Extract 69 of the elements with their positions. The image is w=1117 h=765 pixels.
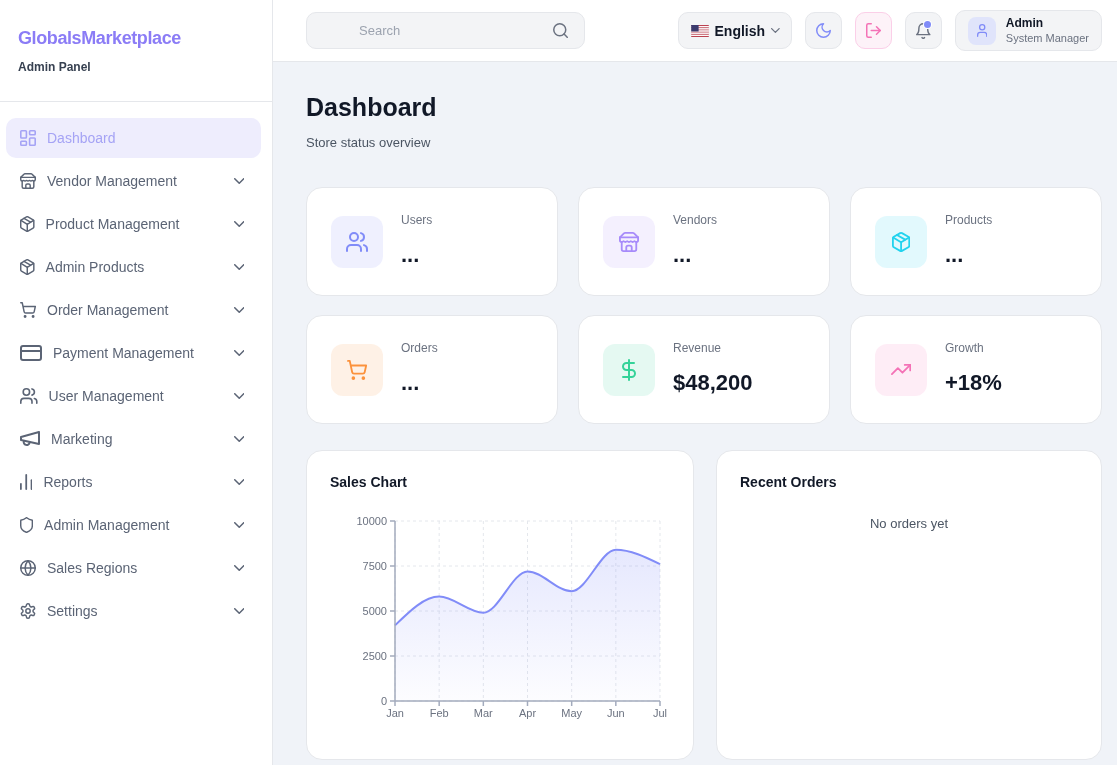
logout-icon xyxy=(865,23,881,38)
theme-toggle-button[interactable] xyxy=(804,12,842,49)
y-axis-label: 5000 xyxy=(362,605,387,617)
stat-value: ... xyxy=(401,369,420,396)
brand-subtitle: Admin Panel xyxy=(18,59,91,75)
moon-icon xyxy=(815,23,831,38)
store-icon xyxy=(20,173,36,189)
search-field[interactable]: Search xyxy=(306,12,585,49)
box-icon xyxy=(20,216,35,232)
y-axis-label: 2500 xyxy=(362,650,387,662)
card-title: Sales Chart xyxy=(330,473,408,492)
profile-button[interactable]: Admin System Manager xyxy=(954,10,1102,51)
box-icon xyxy=(20,259,35,275)
sidebar-item[interactable]: Payment Management xyxy=(6,333,261,373)
notifications-button[interactable] xyxy=(904,12,942,49)
sidebar-item[interactable]: Sales Regions xyxy=(6,548,261,588)
stat-label: Orders xyxy=(401,339,438,356)
brand-name: GlobalsMarketplace xyxy=(18,27,181,49)
stat-value: ... xyxy=(401,241,420,268)
sidebar-item[interactable]: Order Management xyxy=(6,290,261,330)
stat-value: +18% xyxy=(945,369,1002,396)
y-axis-label: 0 xyxy=(380,695,387,707)
x-axis-label: Feb xyxy=(429,707,449,719)
sidebar-item[interactable]: Reports xyxy=(6,462,261,502)
language-button[interactable]: English xyxy=(677,12,792,49)
stat-label: Products xyxy=(945,211,993,228)
y-axis-label: 10000 xyxy=(356,515,387,527)
stat-label: Vendors xyxy=(673,211,718,228)
stat-value: ... xyxy=(945,241,964,268)
users-icon xyxy=(20,388,38,404)
page-subtitle: Store status overview xyxy=(306,134,431,152)
user-role: System Manager xyxy=(1005,32,1089,45)
sidebar-item[interactable]: Admin Management xyxy=(6,505,261,545)
x-axis-label: May xyxy=(561,707,583,719)
settings-icon xyxy=(20,603,36,619)
shield-icon xyxy=(20,517,34,533)
x-axis-label: Jul xyxy=(652,707,668,719)
flag-icon xyxy=(690,24,709,37)
x-axis-label: Jun xyxy=(606,707,625,719)
y-axis-label: 7500 xyxy=(362,560,387,572)
bar-chart-icon xyxy=(20,474,33,490)
globe-icon xyxy=(20,560,36,576)
sidebar-item[interactable]: Vendor Management xyxy=(6,161,261,201)
chevron-down-icon xyxy=(771,28,780,33)
stat-value: ... xyxy=(673,241,692,268)
user-avatar-icon xyxy=(967,16,996,45)
empty-message: No orders yet xyxy=(869,515,948,533)
sidebar-item[interactable]: Marketing xyxy=(6,419,261,459)
card-title: Recent Orders xyxy=(740,473,837,492)
x-axis-label: Jan xyxy=(386,707,404,719)
megaphone-icon xyxy=(20,431,40,447)
sidebar-item[interactable]: Settings xyxy=(6,591,261,631)
stat-value: $48,200 xyxy=(673,369,753,396)
stat-label: Users xyxy=(401,211,433,228)
sidebar-item[interactable]: Product Management xyxy=(6,204,261,244)
x-axis-label: Apr xyxy=(518,707,537,719)
stat-label: Revenue xyxy=(673,339,722,356)
x-axis-label: Mar xyxy=(473,707,493,719)
page-title: Dashboard xyxy=(306,92,437,123)
credit-card-icon xyxy=(20,345,42,361)
sidebar-item[interactable]: User Management xyxy=(6,376,261,416)
bell-icon xyxy=(916,22,931,39)
grid-icon xyxy=(20,130,36,146)
search-icon xyxy=(553,23,568,38)
cart-icon xyxy=(20,302,36,318)
logout-button[interactable] xyxy=(854,12,892,49)
user-name: Admin xyxy=(1005,16,1045,30)
sidebar-item[interactable]: Admin Products xyxy=(6,247,261,287)
stat-label: Growth xyxy=(945,339,984,356)
